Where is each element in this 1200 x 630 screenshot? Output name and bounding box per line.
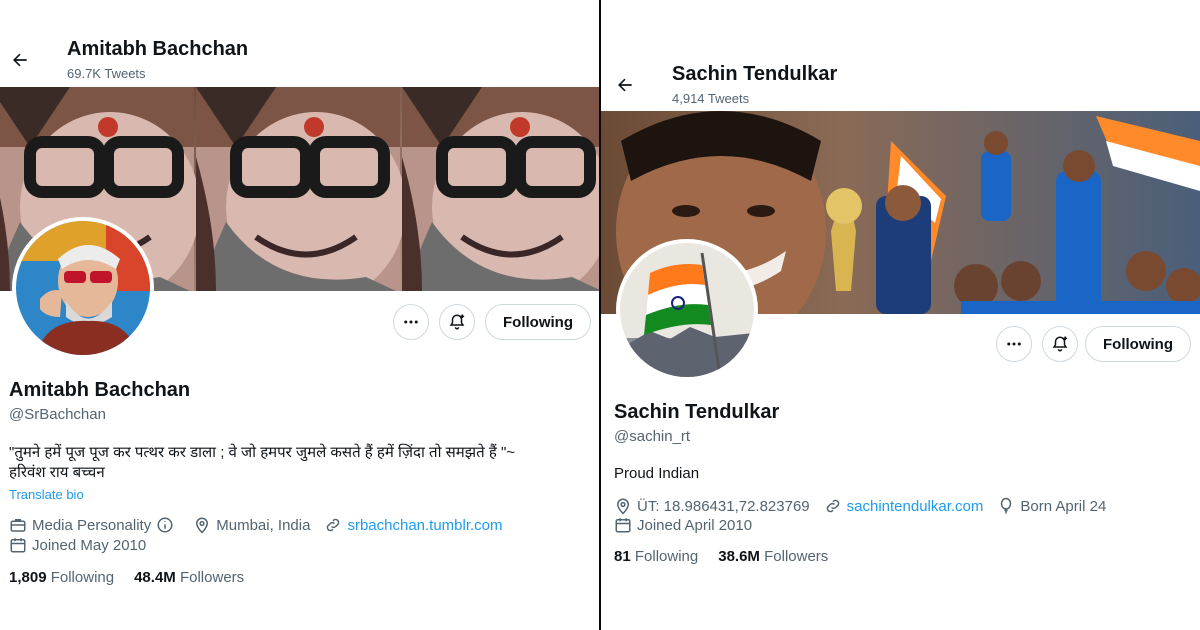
following-count: 81	[614, 548, 631, 565]
header-title: Amitabh Bachchan	[67, 38, 249, 60]
category-label: Media Personality	[32, 516, 152, 534]
header-tweet-count: 4,914 Tweets	[672, 91, 750, 106]
more-dots-icon	[1007, 342, 1021, 346]
profile-display-name: Sachin Tendulkar	[614, 401, 780, 423]
location-label: ÜT: 18.986431,72.823769	[637, 497, 810, 515]
following-label: Following	[50, 569, 115, 586]
briefcase-icon	[10, 519, 26, 532]
profile-meta-row: ÜT: 18.986431,72.823769 sachintendulkar.…	[614, 497, 1120, 515]
joined-item: Joined May 2010	[9, 536, 146, 554]
birthday-item: Born April 24	[997, 497, 1106, 515]
followers-label: Followers	[764, 548, 829, 565]
balloon-icon	[1001, 497, 1012, 514]
more-options-button[interactable]	[996, 326, 1032, 362]
profile-avatar[interactable]	[12, 217, 154, 359]
followers-label: Followers	[179, 569, 245, 586]
header-tweet-count: 69.7K Tweets	[67, 66, 146, 81]
following-button[interactable]: Following	[485, 304, 591, 340]
profile-joined-row: Joined April 2010	[614, 516, 766, 534]
following-count: 1,809	[9, 569, 47, 586]
profile-stats: 1,809 Following 48.4M Followers	[9, 569, 264, 586]
following-stat[interactable]: 81 Following	[614, 548, 698, 565]
notifications-button[interactable]	[1042, 326, 1078, 362]
calendar-icon	[615, 518, 631, 533]
back-arrow-icon[interactable]	[612, 72, 638, 98]
bio-line: "तुमने हमें पूज पूज कर पत्थर कर डाला ; व…	[9, 444, 516, 461]
notifications-button[interactable]	[439, 304, 475, 340]
location-label: Mumbai, India	[216, 516, 311, 534]
website-link[interactable]: sachintendulkar.com	[847, 498, 984, 515]
website-item[interactable]: srbachchan.tumblr.com	[324, 516, 503, 534]
joined-label: Joined April 2010	[637, 516, 753, 534]
followers-count: 38.6M	[718, 548, 760, 565]
joined-label: Joined May 2010	[32, 536, 147, 554]
location-pin-icon	[196, 517, 209, 534]
link-icon	[826, 499, 839, 513]
more-options-button[interactable]	[393, 304, 429, 340]
followers-stat[interactable]: 38.6M Followers	[718, 548, 828, 565]
location-pin-icon	[616, 498, 630, 515]
location-item: ÜT: 18.986431,72.823769	[614, 497, 810, 515]
translate-bio-link[interactable]: Translate bio	[9, 487, 84, 502]
profile-panel-sachin: Sachin Tendulkar 4,914 Tweets Following …	[601, 0, 1200, 630]
following-button[interactable]: Following	[1085, 326, 1191, 362]
joined-item: Joined April 2010	[614, 516, 752, 534]
profile-handle: @sachin_rt	[614, 428, 691, 445]
bio-line: हरिवंश राय बच्चन	[9, 464, 105, 481]
bell-plus-icon	[1052, 336, 1068, 352]
profile-bio: "तुमने हमें पूज पूज कर पत्थर कर डाला ; व…	[9, 443, 589, 483]
followers-count: 48.4M	[134, 569, 176, 586]
link-icon	[327, 518, 340, 532]
website-item[interactable]: sachintendulkar.com	[824, 497, 984, 515]
profile-handle: @SrBachchan	[9, 406, 106, 423]
followers-stat[interactable]: 48.4M Followers	[134, 569, 244, 586]
profile-panel-amitabh: Amitabh Bachchan 69.7K Tweets Following …	[0, 0, 599, 630]
location-item: Mumbai, India	[193, 516, 310, 534]
profile-display-name: Amitabh Bachchan	[9, 379, 191, 401]
category-item: Media Personality	[9, 516, 179, 534]
profile-bio: Proud Indian	[614, 465, 700, 482]
website-link[interactable]: srbachchan.tumblr.com	[347, 517, 502, 534]
back-arrow-icon[interactable]	[7, 47, 33, 73]
birthday-label: Born April 24	[1020, 497, 1107, 515]
following-stat[interactable]: 1,809 Following	[9, 569, 114, 586]
info-icon[interactable]	[156, 516, 174, 534]
more-dots-icon	[404, 320, 418, 324]
profile-avatar[interactable]	[616, 239, 758, 381]
header-title: Sachin Tendulkar	[672, 63, 838, 85]
calendar-icon	[10, 538, 26, 553]
bell-plus-icon	[449, 314, 465, 330]
profile-joined-row: Joined May 2010	[9, 536, 160, 554]
profile-meta-row: Media Personality Mumbai, India srbachch…	[9, 516, 517, 534]
following-label: Following	[634, 548, 699, 565]
profile-stats: 81 Following 38.6M Followers	[614, 548, 848, 565]
